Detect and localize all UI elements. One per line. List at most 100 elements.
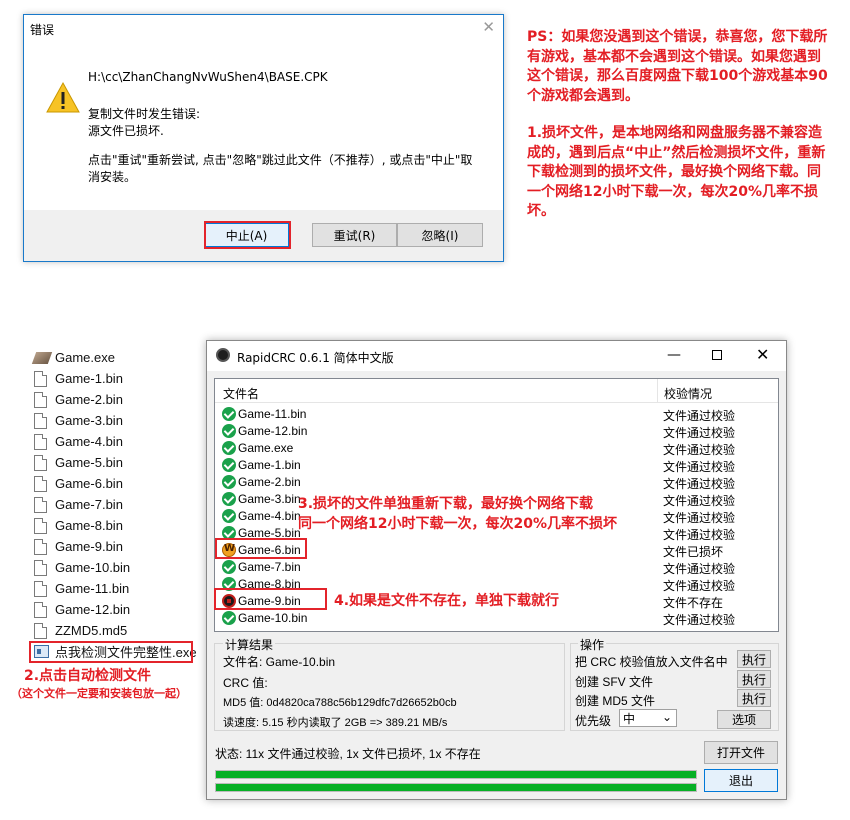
file-item[interactable]: Game-1.bin bbox=[34, 368, 123, 389]
exe-icon bbox=[31, 351, 53, 364]
check-icon bbox=[222, 611, 236, 625]
list-row[interactable]: Game-7.bin 文件通过校验 bbox=[215, 559, 778, 576]
row-status: 文件通过校验 bbox=[663, 528, 736, 542]
file-item[interactable]: Game-10.bin bbox=[34, 557, 130, 578]
op-create-sfv: 创建 SFV 文件 bbox=[575, 675, 654, 689]
error-message-1: 复制文件时发生错误: bbox=[88, 107, 201, 121]
damaged-file-highlight-box bbox=[215, 538, 307, 559]
row-filename: Game-4.bin bbox=[238, 509, 301, 523]
list-row[interactable]: Game-2.bin 文件通过校验 bbox=[215, 474, 778, 491]
file-item[interactable]: Game-11.bin bbox=[34, 578, 129, 599]
maximize-icon[interactable] bbox=[712, 350, 722, 360]
file-item[interactable]: Game-8.bin bbox=[34, 515, 123, 536]
rapidcrc-logo-icon bbox=[216, 348, 230, 362]
column-header-status[interactable]: 校验情况 bbox=[664, 385, 712, 402]
file-icon bbox=[34, 412, 47, 429]
note-3-line-1: 3.损坏的文件单独重新下载，最好换个网络下载 bbox=[298, 496, 594, 512]
file-item[interactable]: Game-7.bin bbox=[34, 494, 123, 515]
open-file-button[interactable]: 打开文件 bbox=[704, 741, 778, 764]
note-2-annotation: 2.点击自动检测文件 bbox=[24, 668, 152, 684]
column-separator bbox=[657, 379, 658, 403]
file-icon bbox=[34, 601, 47, 618]
dialog-title: 错误 bbox=[30, 23, 55, 37]
op-crc-to-filename: 把 CRC 校验值放入文件名中 bbox=[575, 655, 728, 669]
file-item-name: Game.exe bbox=[55, 350, 115, 365]
list-row[interactable]: Game-11.bin 文件通过校验 bbox=[215, 406, 778, 423]
results-group: 计算结果 文件名: Game-10.bin CRC 值: MD5 值: 0d48… bbox=[214, 636, 565, 731]
op-create-md5: 创建 MD5 文件 bbox=[575, 694, 656, 708]
row-status: 文件通过校验 bbox=[663, 562, 736, 576]
row-filename: Game.exe bbox=[238, 441, 294, 455]
abort-highlight-box bbox=[204, 221, 291, 249]
file-item[interactable]: Game-6.bin bbox=[34, 473, 123, 494]
file-item[interactable]: Game-5.bin bbox=[34, 452, 123, 473]
file-icon bbox=[34, 475, 47, 492]
retry-button[interactable]: 重试(R) bbox=[312, 223, 397, 247]
list-row[interactable]: Game-12.bin 文件通过校验 bbox=[215, 423, 778, 440]
row-status: 文件通过校验 bbox=[663, 613, 736, 627]
file-item-name: Game-7.bin bbox=[55, 497, 123, 512]
close-icon[interactable]: ✕ bbox=[756, 345, 769, 364]
row-status: 文件通过校验 bbox=[663, 426, 736, 440]
file-icon bbox=[34, 538, 47, 555]
result-speed: 读速度: 5.15 秒内读取了 2GB => 389.21 MB/s bbox=[223, 717, 448, 729]
row-filename: Game-2.bin bbox=[238, 475, 301, 489]
file-item-name: Game-8.bin bbox=[55, 518, 123, 533]
file-item-name: ZZMD5.md5 bbox=[55, 623, 128, 638]
row-status: 文件通过校验 bbox=[663, 460, 736, 474]
exec-crc-button[interactable]: 执行 bbox=[737, 650, 771, 668]
row-filename: Game-1.bin bbox=[238, 458, 301, 472]
row-status: 文件通过校验 bbox=[663, 494, 736, 508]
exec-md5-button[interactable]: 执行 bbox=[737, 689, 771, 707]
priority-label: 优先级 bbox=[575, 714, 612, 728]
checker-highlight-box bbox=[29, 641, 193, 663]
status-text: 状态: 11x 文件通过校验, 1x 文件已损坏, 1x 不存在 bbox=[215, 747, 481, 761]
exit-button[interactable]: 退出 bbox=[704, 769, 778, 792]
chevron-down-icon: ⌄ bbox=[661, 710, 672, 724]
list-row[interactable]: Game-1.bin 文件通过校验 bbox=[215, 457, 778, 474]
file-icon bbox=[34, 559, 47, 576]
error-dialog: 错误 ✕ H:\cc\ZhanChangNvWuShen4\BASE.CPK 复… bbox=[23, 14, 504, 262]
check-icon bbox=[222, 492, 236, 506]
dialog-close-icon[interactable]: ✕ bbox=[482, 19, 495, 35]
file-item-name: Game-11.bin bbox=[55, 581, 130, 596]
row-filename: Game-3.bin bbox=[238, 492, 301, 506]
file-icon bbox=[34, 517, 47, 534]
priority-select[interactable]: 中 ⌄ bbox=[619, 709, 677, 727]
results-group-title: 计算结果 bbox=[223, 636, 276, 653]
file-item[interactable]: Game-3.bin bbox=[34, 410, 123, 431]
file-item[interactable]: ZZMD5.md5 bbox=[34, 620, 127, 641]
result-crc: CRC 值: bbox=[223, 676, 268, 690]
dialog-titlebar: 错误 ✕ bbox=[24, 15, 503, 43]
missing-file-highlight-box bbox=[214, 588, 327, 610]
rapidcrc-titlebar: RapidCRC 0.6.1 简体中文版 — ✕ bbox=[207, 341, 786, 371]
note-4-annotation: 4.如果是文件不存在，单独下载就行 bbox=[334, 593, 560, 609]
minimize-icon[interactable]: — bbox=[667, 347, 681, 363]
row-filename: Game-10.bin bbox=[238, 611, 308, 625]
check-icon bbox=[222, 407, 236, 421]
list-row[interactable]: Game.exe 文件通过校验 bbox=[215, 440, 778, 457]
file-item[interactable]: Game-4.bin bbox=[34, 431, 123, 452]
file-item[interactable]: Game-12.bin bbox=[34, 599, 130, 620]
file-item[interactable]: Game.exe bbox=[31, 347, 115, 368]
row-status: 文件已损坏 bbox=[663, 545, 724, 559]
file-item-name: Game-12.bin bbox=[55, 602, 131, 617]
warning-icon bbox=[46, 81, 80, 113]
exec-sfv-button[interactable]: 执行 bbox=[737, 670, 771, 688]
options-button[interactable]: 选项 bbox=[717, 710, 771, 729]
file-item-name: Game-6.bin bbox=[55, 476, 123, 491]
row-filename: Game-7.bin bbox=[238, 560, 301, 574]
row-status: 文件通过校验 bbox=[663, 511, 736, 525]
file-item-name: Game-5.bin bbox=[55, 455, 123, 470]
ignore-button[interactable]: 忽略(I) bbox=[397, 223, 483, 247]
file-item[interactable]: Game-2.bin bbox=[34, 389, 123, 410]
column-header-name[interactable]: 文件名 bbox=[223, 385, 259, 402]
file-item-name: Game-3.bin bbox=[55, 413, 123, 428]
file-icon bbox=[34, 370, 47, 387]
priority-value: 中 bbox=[623, 712, 636, 726]
list-row[interactable]: Game-10.bin 文件通过校验 bbox=[215, 610, 778, 627]
error-message-2: 源文件已损坏. bbox=[88, 124, 164, 138]
error-file-path: H:\cc\ZhanChangNvWuShen4\BASE.CPK bbox=[88, 70, 328, 84]
file-item[interactable]: Game-9.bin bbox=[34, 536, 123, 557]
rapidcrc-window: RapidCRC 0.6.1 简体中文版 — ✕ 文件名 校验情况 Game-1… bbox=[206, 340, 787, 800]
